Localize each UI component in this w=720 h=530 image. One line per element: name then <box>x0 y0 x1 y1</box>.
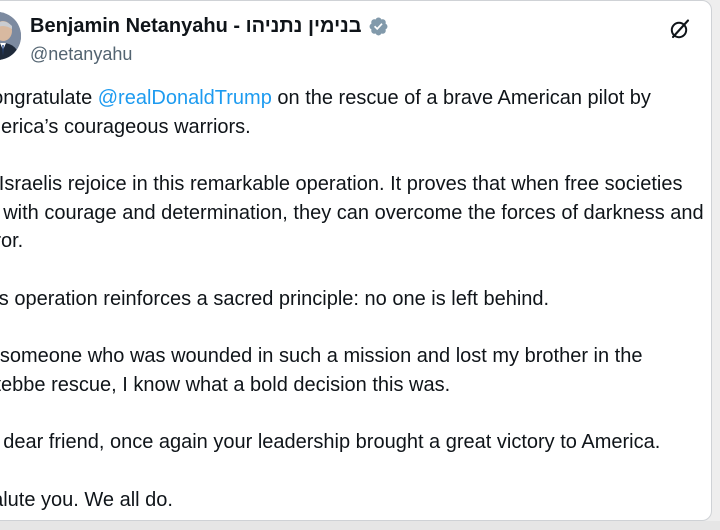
profile-photo-icon <box>0 12 21 60</box>
post-text: As someone who was wounded in such a mis… <box>0 345 643 367</box>
post-card: Benjamin Netanyahu - בנימין נתניהו @neta… <box>0 0 712 521</box>
author-name-row[interactable]: Benjamin Netanyahu - בנימין נתניהו <box>30 15 389 38</box>
post-paragraph-3: This operation reinforces a sacred princ… <box>0 285 711 314</box>
post-text: act with courage and determination, they… <box>0 201 704 224</box>
post-body: I congratulate @realDonaldTrump on the r… <box>0 84 711 515</box>
post-text: My dear friend, once again your leadersh… <box>0 431 661 453</box>
author-handle[interactable]: @netanyahu <box>30 44 132 65</box>
post-paragraph-4: As someone who was wounded in such a mis… <box>0 342 711 399</box>
author-display-name[interactable]: Benjamin Netanyahu - בנימין נתניהו <box>30 15 362 38</box>
post-text: Entebbe rescue, I know what a bold decis… <box>0 373 451 396</box>
mention-link[interactable]: @realDonaldTrump <box>98 87 272 109</box>
post-text: terror. <box>0 230 24 252</box>
post-text: This operation reinforces a sacred princ… <box>0 287 550 310</box>
author-avatar[interactable] <box>0 12 21 60</box>
post-text: on the rescue of a brave American pilot … <box>271 87 651 109</box>
card-bottom-edge <box>0 521 720 530</box>
post-text: America’s courageous warriors. <box>0 115 251 138</box>
post-paragraph-6: I salute you. We all do. <box>0 486 711 515</box>
post-paragraph-5: My dear friend, once again your leadersh… <box>0 428 711 457</box>
post-text: All Israelis rejoice in this remarkable … <box>0 173 683 195</box>
post-text: I congratulate <box>0 87 93 109</box>
grok-slash-icon[interactable] <box>668 17 692 41</box>
verified-badge-icon <box>369 17 388 36</box>
post-paragraph-1: I congratulate @realDonaldTrump on the r… <box>0 84 711 141</box>
post-text: I salute you. We all do. <box>0 488 173 511</box>
post-paragraph-2: All Israelis rejoice in this remarkable … <box>0 170 711 256</box>
